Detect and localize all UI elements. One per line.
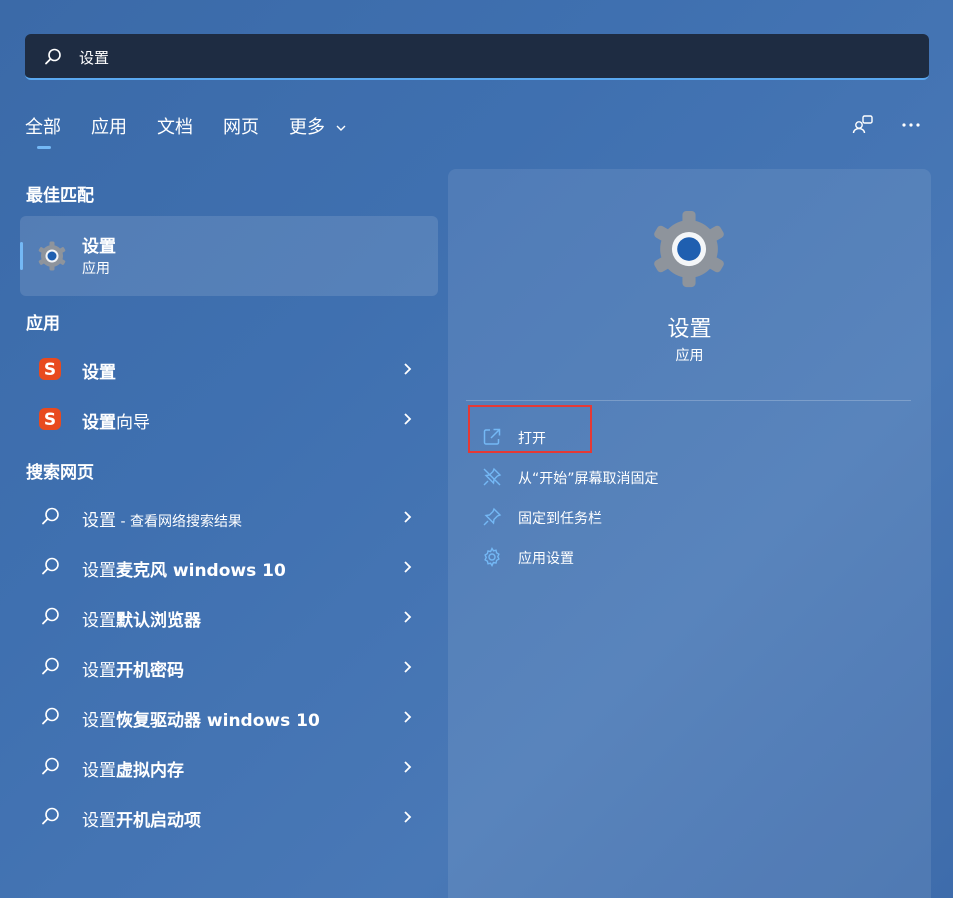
tab-apps[interactable]: 应用 <box>91 113 127 153</box>
tab-web[interactable]: 网页 <box>223 113 259 153</box>
action-pin-taskbar[interactable]: 固定到任务栏 <box>468 499 908 535</box>
pin-icon <box>483 507 502 526</box>
account-switch-icon[interactable] <box>851 113 875 137</box>
search-input[interactable] <box>77 42 881 72</box>
app-item-label: 设置 <box>82 363 116 383</box>
web-result-label: 设置虚拟内存 <box>82 761 184 781</box>
detail-title: 设置 <box>667 317 712 342</box>
selection-indicator <box>20 242 23 270</box>
search-icon <box>42 507 59 525</box>
web-result-label: 设置开机启动项 <box>82 811 201 831</box>
app-item-settings[interactable]: S 设置 <box>20 347 438 391</box>
tab-more[interactable]: 更多 <box>289 113 347 153</box>
sogou-app-icon: S <box>39 358 61 380</box>
gear-icon <box>484 547 500 567</box>
action-label: 应用设置 <box>518 551 574 567</box>
web-result-label: 设置开机密码 <box>82 661 184 681</box>
web-result-label: 设置麦克风 windows 10 <box>82 561 286 581</box>
tab-label: 网页 <box>223 117 259 138</box>
chevron-right-icon <box>404 413 412 425</box>
web-result-item[interactable]: 设置 - 查看网络搜索结果 <box>20 495 438 539</box>
chevron-right-icon <box>404 661 412 673</box>
settings-gear-icon <box>654 210 724 288</box>
action-app-settings[interactable]: 应用设置 <box>468 539 908 575</box>
web-result-label: 设置默认浏览器 <box>82 611 201 631</box>
apps-heading: 应用 <box>26 314 60 334</box>
chevron-right-icon <box>404 711 412 723</box>
divider <box>466 400 911 401</box>
search-icon <box>42 557 59 575</box>
search-icon <box>45 48 61 65</box>
tab-label: 应用 <box>91 117 127 138</box>
tab-documents[interactable]: 文档 <box>157 113 193 153</box>
detail-panel: 设置 应用 打开 从“开始”屏幕取消固定 固定到任务栏 应用设置 <box>448 169 931 898</box>
chevron-right-icon <box>404 811 412 823</box>
search-icon <box>42 807 59 825</box>
app-item-label: 设置向导 <box>82 413 150 433</box>
action-label: 固定到任务栏 <box>518 511 602 527</box>
best-match-title: 设置 <box>82 237 116 257</box>
filter-tabs: 全部 应用 文档 网页 更多 <box>25 113 377 153</box>
detail-subtitle: 应用 <box>675 348 704 364</box>
action-label: 从“开始”屏幕取消固定 <box>518 471 659 487</box>
sogou-app-icon: S <box>39 408 61 430</box>
open-action-highlight <box>468 405 592 453</box>
search-box[interactable] <box>25 34 929 80</box>
tab-label: 全部 <box>25 117 61 138</box>
web-result-item[interactable]: 设置麦克风 windows 10 <box>20 545 438 589</box>
search-icon <box>42 757 59 775</box>
top-right-actions <box>851 113 923 137</box>
web-result-item[interactable]: 设置开机密码 <box>20 645 438 689</box>
web-search-heading: 搜索网页 <box>26 463 94 483</box>
web-result-item[interactable]: 设置恢复驱动器 windows 10 <box>20 695 438 739</box>
tab-all[interactable]: 全部 <box>25 113 61 153</box>
search-icon <box>42 707 59 725</box>
web-result-label: 设置 - 查看网络搜索结果 <box>82 511 242 531</box>
chevron-right-icon <box>404 611 412 623</box>
app-item-settings-wizard[interactable]: S 设置向导 <box>20 397 438 441</box>
unpin-icon <box>483 467 502 486</box>
web-result-item[interactable]: 设置开机启动项 <box>20 795 438 839</box>
tab-active-indicator <box>37 146 51 149</box>
web-result-label: 设置恢复驱动器 windows 10 <box>82 711 320 731</box>
chevron-down-icon <box>336 125 346 131</box>
chevron-right-icon <box>404 761 412 773</box>
tab-label: 更多 <box>289 117 325 138</box>
chevron-right-icon <box>404 561 412 573</box>
settings-gear-icon <box>38 241 66 271</box>
search-icon <box>42 607 59 625</box>
chevron-right-icon <box>404 363 412 375</box>
svg-text:S: S <box>44 410 56 430</box>
action-unpin-start[interactable]: 从“开始”屏幕取消固定 <box>468 459 908 495</box>
web-result-item[interactable]: 设置虚拟内存 <box>20 745 438 789</box>
chevron-right-icon <box>404 511 412 523</box>
web-result-item[interactable]: 设置默认浏览器 <box>20 595 438 639</box>
tab-label: 文档 <box>157 117 193 138</box>
search-icon <box>42 657 59 675</box>
best-match-subtitle: 应用 <box>82 261 110 277</box>
best-match-item[interactable]: 设置 应用 <box>20 216 438 296</box>
more-options-icon[interactable] <box>899 113 923 137</box>
best-match-heading: 最佳匹配 <box>26 186 94 206</box>
svg-text:S: S <box>44 360 56 380</box>
